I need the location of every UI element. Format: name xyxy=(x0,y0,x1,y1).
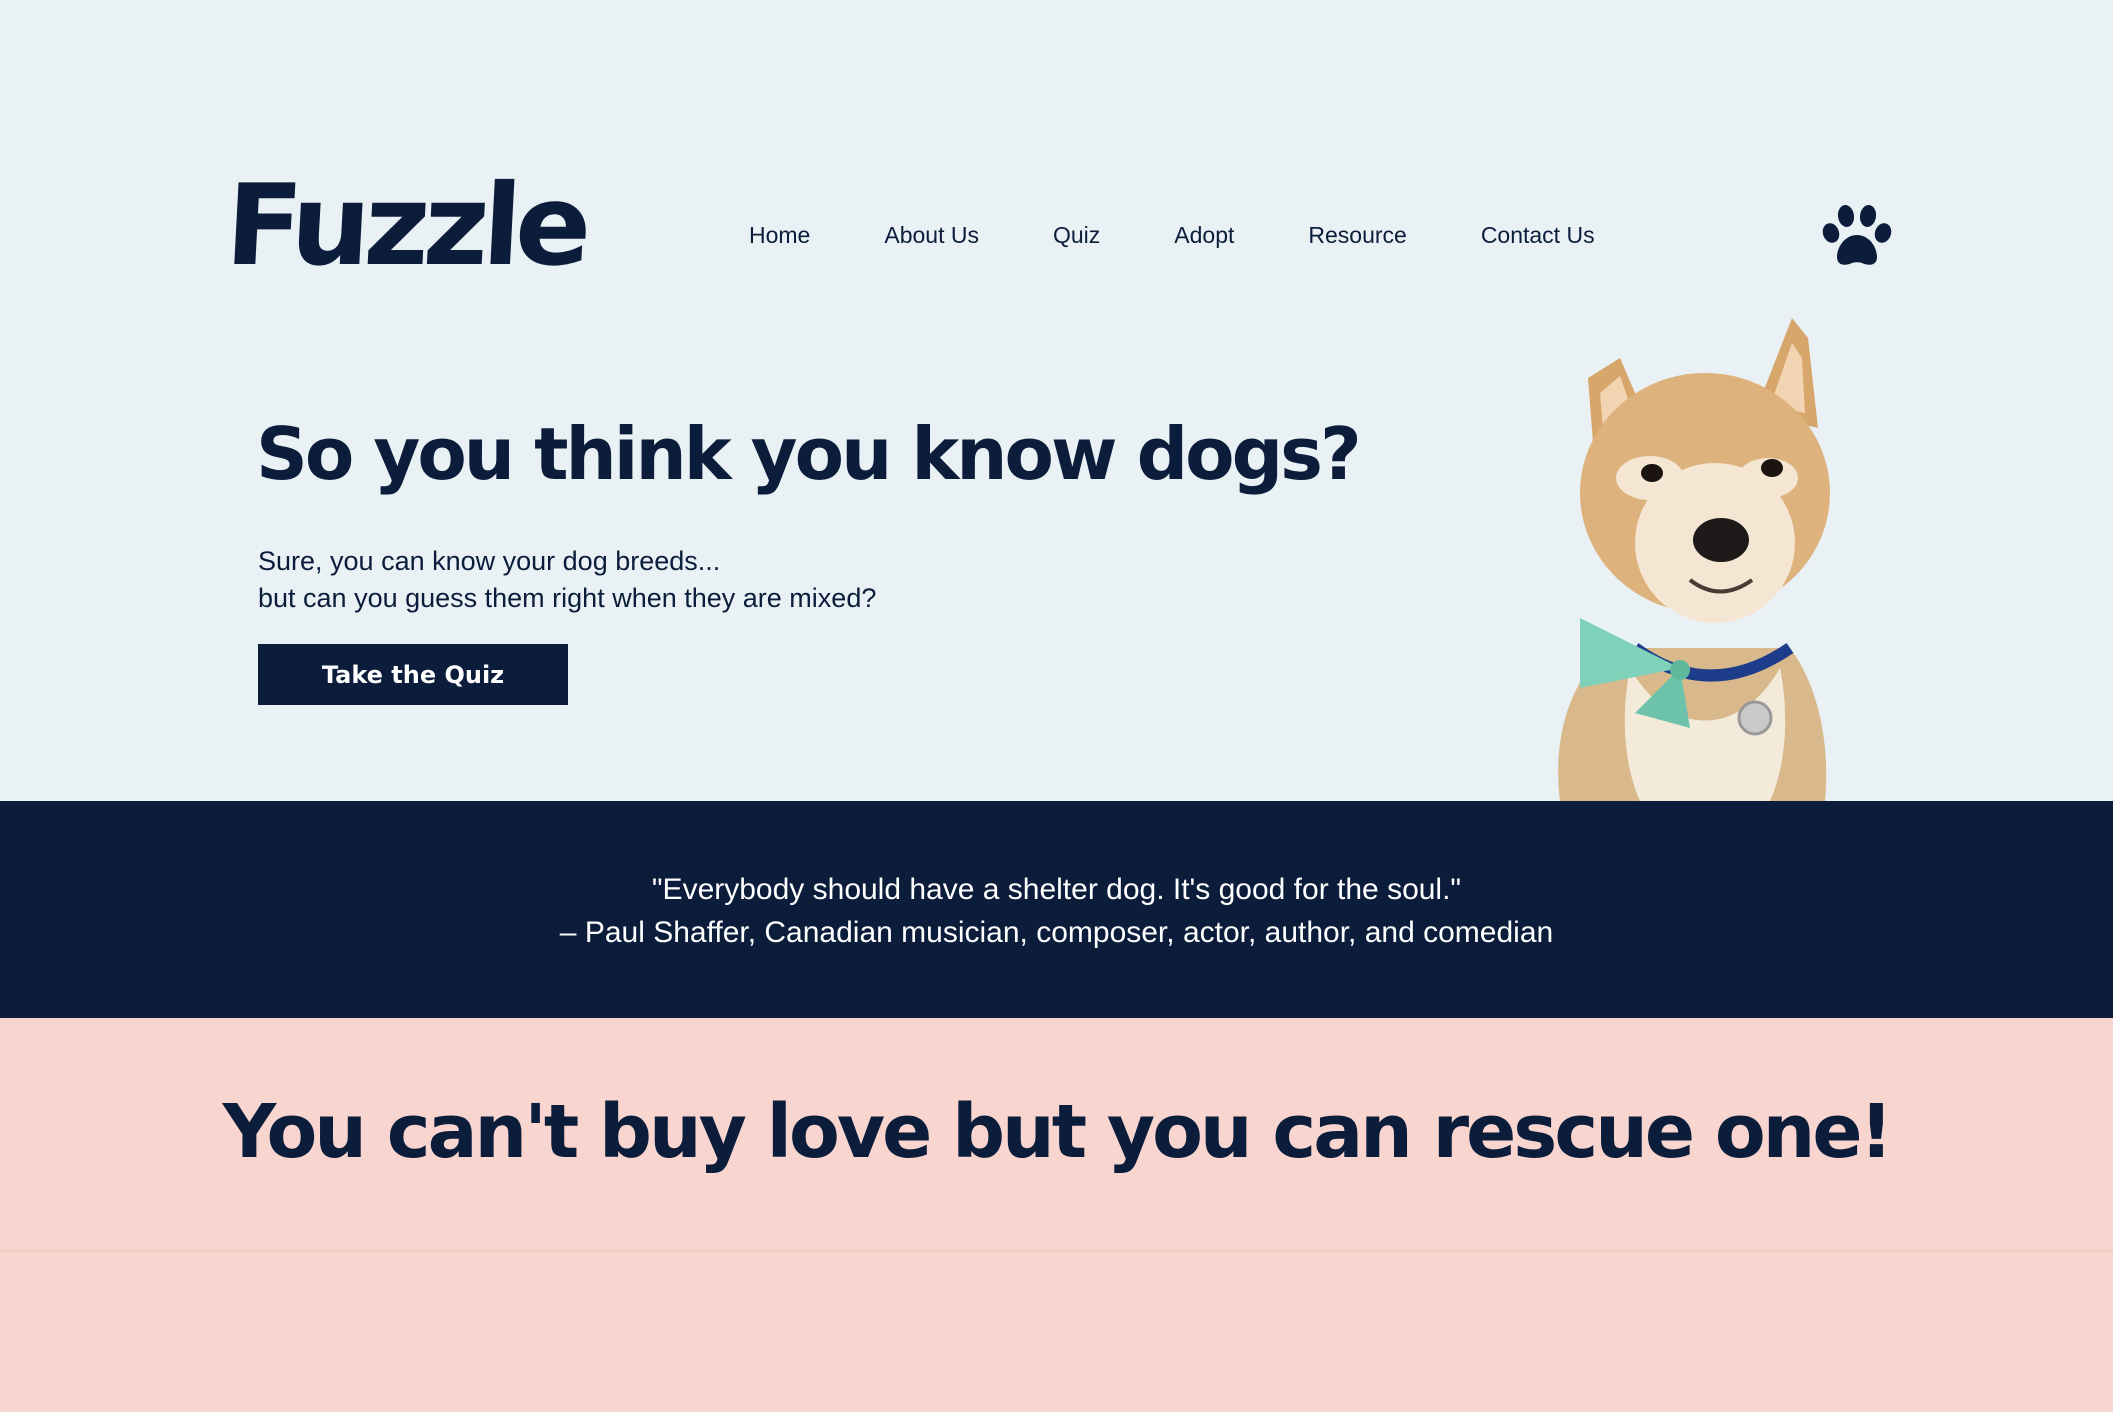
take-quiz-button[interactable]: Take the Quiz xyxy=(258,644,568,705)
main-nav: Home About Us Quiz Adopt Resource Contac… xyxy=(749,222,1595,249)
quote-block: "Everybody should have a shelter dog. It… xyxy=(0,868,2113,954)
nav-quiz[interactable]: Quiz xyxy=(1053,222,1100,249)
hero-subtext-line2: but can you guess them right when they a… xyxy=(258,583,877,613)
nav-contact-us[interactable]: Contact Us xyxy=(1481,222,1595,249)
hero-subtext: Sure, you can know your dog breeds... bu… xyxy=(258,543,876,617)
logo[interactable]: Fuzzle xyxy=(223,161,589,291)
nav-adopt[interactable]: Adopt xyxy=(1174,222,1234,249)
hero-heading: So you think you know dogs? xyxy=(256,412,1362,496)
rescue-heading: You can't buy love but you can rescue on… xyxy=(222,1089,1894,1175)
hero-section: Fuzzle Home About Us Quiz Adopt Resource… xyxy=(0,0,2113,801)
section-divider xyxy=(0,1250,2113,1252)
dog-photo xyxy=(1558,318,1830,801)
quote-text: "Everybody should have a shelter dog. It… xyxy=(651,873,1462,906)
paw-icon[interactable] xyxy=(1822,203,1892,269)
nav-home[interactable]: Home xyxy=(749,222,810,249)
quote-attribution: – Paul Shaffer, Canadian musician, compo… xyxy=(559,916,1554,949)
hero-subtext-line1: Sure, you can know your dog breeds... xyxy=(258,546,721,576)
nav-about-us[interactable]: About Us xyxy=(884,222,979,249)
nav-resource[interactable]: Resource xyxy=(1308,222,1406,249)
